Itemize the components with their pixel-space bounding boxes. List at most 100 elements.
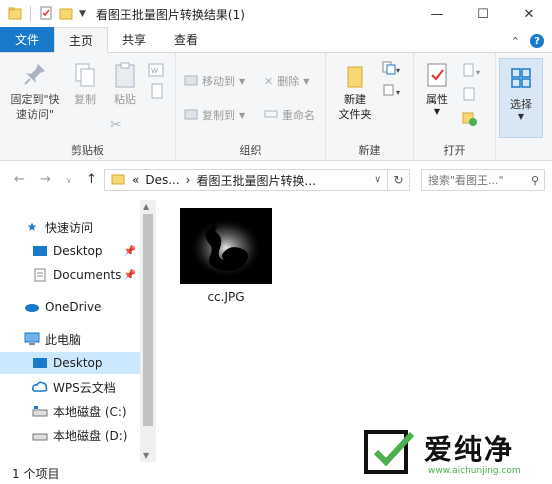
copy-to-label: 复制到 — [202, 109, 235, 122]
forward-icon[interactable]: → — [40, 172, 51, 187]
scroll-up-icon[interactable]: ▲ — [143, 202, 149, 211]
customize-toolbar-chevron-icon[interactable]: ▼ — [79, 9, 86, 19]
tab-share[interactable]: 共享 — [108, 27, 160, 52]
back-icon[interactable]: ← — [14, 172, 25, 187]
breadcrumb-desktop[interactable]: Des... — [142, 173, 182, 187]
nav-label: 快速访问 — [45, 220, 94, 235]
watermark-url: www.aichunjing.com — [428, 466, 521, 476]
svg-text:▾: ▾ — [396, 88, 400, 97]
delete-icon: ✕ — [264, 74, 274, 88]
nav-item-drive-c[interactable]: 本地磁盘 (C:) — [0, 400, 140, 422]
delete-label: 删除 — [277, 75, 300, 88]
nav-item-quick-access[interactable]: ★ 快速访问 — [0, 216, 140, 238]
nav-label: 此电脑 — [45, 332, 82, 347]
history-icon[interactable] — [462, 111, 478, 130]
file-name[interactable]: cc.JPG — [180, 290, 272, 304]
tab-file[interactable]: 文件 — [0, 27, 54, 52]
new-group: 新建 文件夹 ▾ ▾ 新建 — [326, 53, 414, 161]
nav-item-documents[interactable]: Documents 📌 — [0, 264, 140, 286]
new-folder-icon — [342, 66, 368, 92]
svg-text:▾: ▾ — [396, 66, 400, 75]
easy-access-icon[interactable]: ▾ — [382, 83, 402, 100]
minimize-button[interactable]: — — [414, 0, 460, 28]
nav-item-wps-cloud[interactable]: WPS云文档 — [0, 376, 140, 398]
recent-locations-chevron-icon[interactable]: ∨ — [66, 176, 72, 185]
properties-quick-icon[interactable] — [39, 6, 53, 23]
organize-group-label: 组织 — [239, 144, 262, 157]
ribbon-right-controls: ⌃ ? — [511, 34, 544, 48]
search-input[interactable]: 搜索"看图王..." ⚲ — [421, 169, 545, 191]
open-group-label: 打开 — [443, 144, 466, 157]
nav-label: Desktop — [53, 244, 103, 258]
nav-label: 本地磁盘 (D:) — [53, 428, 128, 443]
copy-to-button[interactable]: 复制到 ▼ — [184, 107, 245, 123]
nav-item-desktop[interactable]: Desktop 📌 — [0, 240, 140, 262]
new-item-icon[interactable]: ▾ — [382, 61, 402, 78]
move-to-icon — [184, 74, 198, 89]
move-to-button[interactable]: 移动到 ▼ — [184, 73, 245, 89]
new-group-label: 新建 — [358, 144, 381, 157]
pin-icon — [22, 64, 48, 90]
copy-button[interactable]: 复制 — [68, 61, 102, 107]
pinned-icon: 📌 — [123, 269, 136, 281]
scroll-down-icon[interactable]: ▼ — [143, 451, 149, 460]
nav-item-onedrive[interactable]: OneDrive — [0, 296, 140, 318]
nav-label: Desktop — [53, 356, 103, 370]
rename-button[interactable]: 重命名 — [264, 107, 315, 123]
search-icon: ⚲ — [530, 173, 539, 187]
copy-path-icon[interactable]: W — [148, 63, 164, 80]
maximize-button[interactable]: ☐ — [460, 0, 506, 28]
select-button[interactable]: 选择 ▼ — [499, 58, 543, 138]
window-controls: — ☐ ✕ — [414, 0, 552, 28]
watermark-logo-icon — [364, 430, 416, 477]
nav-label: OneDrive — [45, 300, 102, 314]
drive-icon — [32, 428, 48, 442]
nav-item-this-pc[interactable]: 此电脑 — [0, 328, 140, 350]
address-folder-icon — [111, 173, 125, 188]
new-folder-button[interactable]: 新建 文件夹 — [332, 61, 378, 122]
navigation-pane: ★ 快速访问 Desktop 📌 Documents 📌 OneDrive 此电… — [0, 200, 156, 462]
tab-view[interactable]: 查看 — [160, 27, 212, 52]
paste-shortcut-icon[interactable] — [150, 83, 164, 102]
copy-label: 复制 — [74, 93, 96, 106]
properties-label: 属性 — [426, 93, 448, 106]
pin-quick-access-button[interactable]: 固定到"快速访问" — [4, 61, 66, 122]
ribbon: 固定到"快速访问" 复制 粘贴 W ✂ 剪贴板 移动到 ▼ 复制到 ▼ ✕ 删除… — [0, 53, 552, 161]
copy-to-icon — [184, 108, 198, 123]
delete-button[interactable]: ✕ 删除 ▼ — [264, 73, 309, 89]
open-icon[interactable]: ▾ — [462, 63, 482, 80]
drive-icon — [32, 404, 48, 418]
help-icon[interactable]: ? — [530, 34, 544, 48]
select-chevron-icon: ▼ — [517, 112, 525, 121]
svg-text:▾: ▾ — [476, 68, 480, 77]
edit-icon[interactable] — [462, 87, 476, 104]
scrollbar-thumb[interactable] — [143, 214, 153, 426]
address-bar[interactable]: « Des... › 看图王批量图片转换... ∨ — [104, 169, 388, 191]
nav-item-drive-d[interactable]: 本地磁盘 (D:) — [0, 424, 140, 446]
nav-item-desktop-pc[interactable]: Desktop — [0, 352, 140, 374]
clipboard-group-label: 剪贴板 — [71, 144, 104, 157]
title-bar: ▼ 看图王批量图片转换结果(1) — ☐ ✕ — [0, 0, 552, 28]
clipboard-group: 固定到"快速访问" 复制 粘贴 W ✂ 剪贴板 — [0, 53, 176, 161]
documents-icon — [32, 268, 48, 282]
up-icon[interactable]: ↑ — [86, 172, 97, 187]
address-dropdown-chevron-icon[interactable]: ∨ — [374, 175, 381, 185]
refresh-icon[interactable]: ↻ — [388, 169, 410, 191]
tab-home[interactable]: 主页 — [54, 27, 109, 53]
image-thumbnail[interactable] — [180, 208, 272, 284]
breadcrumb-current[interactable]: 看图王批量图片转换... — [193, 172, 318, 189]
properties-button[interactable]: 属性 ▼ — [420, 61, 454, 116]
expand-ribbon-chevron-icon[interactable]: ⌃ — [511, 35, 520, 48]
cut-icon[interactable]: ✂ — [110, 117, 122, 133]
new-folder-quick-icon[interactable] — [59, 6, 73, 23]
address-overflow[interactable]: « — [129, 173, 142, 187]
search-placeholder: 搜索"看图王..." — [428, 174, 504, 187]
navigation-scrollbar[interactable]: ▲ ▼ — [140, 200, 156, 462]
close-button[interactable]: ✕ — [506, 0, 552, 28]
wps-cloud-icon — [32, 380, 48, 394]
breadcrumb-separator[interactable]: › — [183, 173, 194, 187]
paste-button[interactable]: 粘贴 — [108, 61, 142, 107]
toolbar-separator — [30, 6, 31, 22]
new-folder-label: 新建 文件夹 — [338, 93, 372, 121]
properties-chevron-icon[interactable]: ▼ — [420, 107, 454, 116]
